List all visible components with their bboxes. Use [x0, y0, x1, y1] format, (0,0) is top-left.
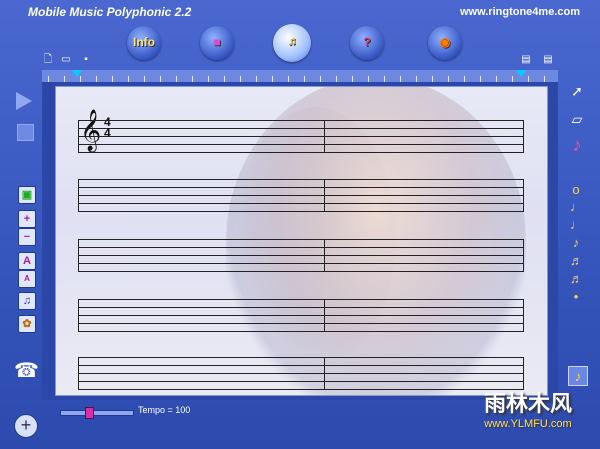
new-file-icon[interactable]: 🗋 — [42, 54, 54, 66]
instrument-icon: ■ — [213, 35, 221, 49]
add-button[interactable]: + — [14, 414, 38, 438]
play-icon[interactable] — [16, 92, 32, 110]
website-link[interactable]: www.ringtone4me.com — [460, 6, 580, 18]
note-pen-icon[interactable]: ♪ — [568, 136, 586, 154]
staff-line — [78, 381, 524, 382]
watermark-logo: 雨林木风 www.YLMFU.com — [462, 386, 594, 442]
volume-down-button[interactable]: − — [18, 228, 36, 246]
barline — [78, 239, 79, 272]
staff-line — [78, 389, 524, 390]
loop-end-marker[interactable] — [516, 70, 526, 77]
staff-line — [78, 239, 524, 240]
effects-icon[interactable]: ✿ — [18, 315, 36, 333]
info-label: Info — [133, 35, 155, 49]
tempo-slider[interactable] — [60, 407, 134, 419]
barline — [78, 120, 79, 153]
staff[interactable] — [78, 357, 524, 390]
staff-line — [78, 315, 524, 316]
staff-line — [78, 271, 524, 272]
pitch-down-button[interactable]: A — [18, 270, 36, 288]
dot-icon[interactable]: • — [570, 290, 582, 304]
eighth-note-icon[interactable]: ♪ — [570, 236, 582, 250]
pitch-up-button[interactable]: A — [18, 252, 36, 270]
staff-line — [78, 299, 524, 300]
staff-line — [78, 128, 524, 129]
staff-line — [78, 307, 524, 308]
staff-line — [78, 144, 524, 145]
barline — [324, 299, 325, 332]
open-folder-icon[interactable]: ▭ — [60, 54, 72, 66]
help-book-button[interactable]: ? — [350, 26, 384, 60]
top-toolbar: 🗋 ▭ ▪ Info ■ ♫ ? ◉ ▤ ▤ — [0, 22, 600, 68]
staff-line — [78, 187, 524, 188]
watermark-url: www.YLMFU.com — [484, 418, 572, 430]
help-book-icon: ? — [363, 35, 371, 49]
staff[interactable] — [78, 120, 524, 153]
staff[interactable] — [78, 239, 524, 272]
staff-line — [78, 211, 524, 212]
quarter-note-icon[interactable]: ♩ — [570, 218, 583, 232]
score-icon: ♫ — [287, 34, 297, 48]
tool-mixer-button[interactable]: ▣ — [18, 186, 36, 204]
staff-line — [78, 136, 524, 137]
pointer-tool-icon[interactable]: ➚ — [568, 82, 586, 100]
staff-line — [78, 152, 524, 153]
half-note-icon[interactable]: ♩ — [570, 200, 583, 214]
staff-line — [78, 357, 524, 358]
app-window: Mobile Music Polyphonic 2.2 www.ringtone… — [0, 0, 600, 449]
staff-line — [78, 203, 524, 204]
staff-line — [78, 331, 524, 332]
staff-line — [78, 263, 524, 264]
thirtysecond-note-icon[interactable]: ♬ — [570, 272, 583, 286]
staff-line — [78, 373, 524, 374]
app-title: Mobile Music Polyphonic 2.2 — [28, 5, 192, 19]
tempo-label: Tempo = 100 — [138, 405, 191, 415]
save-icon[interactable]: ▪ — [80, 54, 92, 66]
sixteenth-note-icon[interactable]: ♬ — [570, 254, 583, 268]
barline — [523, 179, 524, 212]
barline — [523, 299, 524, 332]
staff-line — [78, 323, 524, 324]
save-disk-button[interactable]: ◉ — [428, 26, 462, 60]
barline — [324, 357, 325, 390]
barline — [523, 120, 524, 153]
barline — [324, 120, 325, 153]
score-editor-button[interactable]: ♫ — [273, 24, 311, 62]
tempo-slider-thumb[interactable] — [85, 407, 94, 419]
phone-a-icon[interactable]: ▤ — [520, 54, 532, 66]
staff-line — [78, 247, 524, 248]
loop-start-marker[interactable] — [72, 70, 82, 77]
watermark-title: 雨林木风 — [483, 391, 572, 416]
phone-keypad-icon[interactable]: ☎ — [14, 358, 39, 384]
volume-up-button[interactable]: + — [18, 210, 36, 228]
barline — [78, 299, 79, 332]
eraser-tool-icon[interactable]: ▱ — [568, 110, 586, 128]
notes-toggle-icon[interactable]: ♫ — [18, 292, 36, 310]
stop-icon[interactable] — [17, 124, 34, 141]
staff[interactable] — [78, 179, 524, 212]
barline — [324, 179, 325, 212]
staff-line — [78, 195, 524, 196]
score-canvas[interactable]: 𝄞 4 4 — [55, 86, 548, 396]
info-button[interactable]: Info — [127, 26, 161, 60]
staff-line — [78, 120, 524, 121]
staff-line — [78, 255, 524, 256]
whole-note-icon[interactable]: o — [570, 183, 582, 197]
barline — [78, 179, 79, 212]
instrument-button[interactable]: ■ — [200, 26, 234, 60]
barline — [523, 239, 524, 272]
barline — [324, 239, 325, 272]
disk-icon: ◉ — [439, 35, 451, 49]
staff[interactable] — [78, 299, 524, 332]
note-preview-button[interactable]: ♪ — [568, 366, 588, 386]
phone-b-icon[interactable]: ▤ — [542, 54, 554, 66]
barline — [78, 357, 79, 390]
staff-line — [78, 365, 524, 366]
staff-line — [78, 179, 524, 180]
